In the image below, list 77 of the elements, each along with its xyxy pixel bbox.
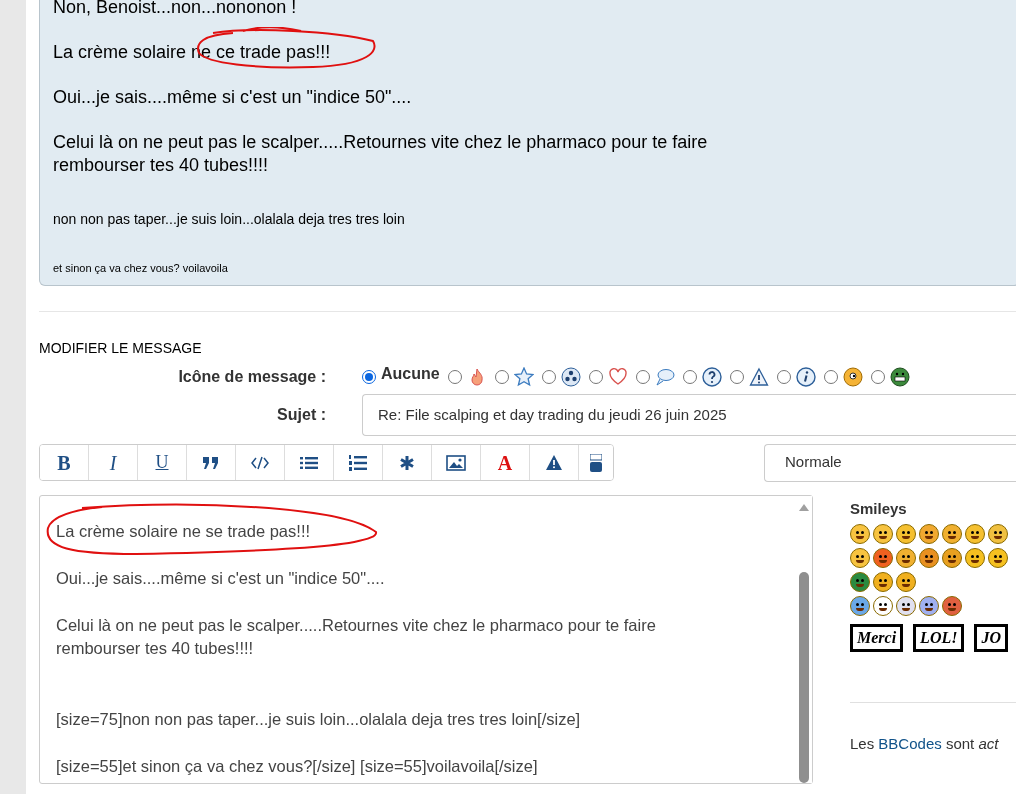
video-icon <box>590 453 602 472</box>
radio-button[interactable] <box>682 369 697 384</box>
radiation-icon <box>560 366 581 387</box>
smiley-icon[interactable] <box>896 596 916 616</box>
smiley-icon[interactable] <box>896 572 916 592</box>
smiley-icon[interactable] <box>919 596 939 616</box>
font-size-select[interactable]: Normale <box>764 443 1016 482</box>
question-icon <box>701 366 722 387</box>
smiley-icon[interactable] <box>873 548 893 568</box>
editor-line: La crème solaire ne se trade pas!!! <box>56 520 311 542</box>
smiley-icon[interactable] <box>850 548 870 568</box>
quote-paragraph: non non pas taper...je suis loin...olalala deja tres tres loin <box>53 210 405 229</box>
radio-button[interactable] <box>776 369 791 384</box>
smiley-icon[interactable] <box>965 548 985 568</box>
quote-icon <box>202 455 220 470</box>
smiley-icon[interactable] <box>896 524 916 544</box>
radio-button[interactable] <box>870 369 885 384</box>
smiley-icon[interactable] <box>850 524 870 544</box>
radio-button[interactable] <box>588 369 603 384</box>
bbcode-note: Les BBCodes sont act <box>850 734 1000 754</box>
radio-button[interactable] <box>362 369 376 384</box>
message-textarea[interactable] <box>39 494 813 784</box>
smiley-icon[interactable] <box>873 524 893 544</box>
smiley-icon[interactable] <box>988 524 1008 544</box>
editor-line: rembourser tes 40 tubes!!!! <box>56 638 254 659</box>
image-icon <box>446 454 466 471</box>
radio-button[interactable] <box>447 369 462 384</box>
heart-icon <box>607 366 628 387</box>
smiley-icon[interactable] <box>850 572 870 592</box>
toolbar-button[interactable]: B <box>40 445 89 480</box>
smileys-title: Smileys <box>850 498 908 519</box>
smiley-icon[interactable] <box>965 524 985 544</box>
quote-paragraph: Oui...je sais....même si c'est un "indice 50".... <box>53 86 412 109</box>
smiley-icon[interactable] <box>988 548 1008 568</box>
option-label: Aucune <box>381 363 440 384</box>
warning-icon <box>546 455 562 470</box>
list-icon <box>300 455 318 470</box>
radio-button[interactable] <box>541 369 556 384</box>
editor-line: Celui là on ne peut pas le scalper.....Retournes vite chez le pharmaco pour te faire <box>56 614 656 636</box>
smiley-icon[interactable] <box>919 548 939 568</box>
smiley-icon[interactable] <box>873 596 893 616</box>
quote-paragraph: et sinon ça va chez vous? voilavoila <box>53 261 228 276</box>
editor-line: [size=75]non non pas taper...je suis loin...olalala deja tres tres loin[/size] <box>56 708 581 730</box>
asterisk-icon <box>399 454 415 471</box>
sign-smiley[interactable]: LOL! <box>913 624 965 652</box>
section-title: MODIFIER LE MESSAGE <box>39 338 203 358</box>
numbered-list-icon <box>349 454 367 471</box>
field-label: Icône de message : <box>177 366 327 387</box>
scroll-up-arrow-icon[interactable] <box>799 503 809 511</box>
smiley-icon[interactable] <box>850 596 870 616</box>
bbcodes-link[interactable]: BBCodes <box>878 735 942 752</box>
radio-button[interactable] <box>635 369 650 384</box>
scrollbar-thumb[interactable] <box>799 571 809 783</box>
code-icon <box>251 455 269 470</box>
sign-smiley[interactable]: Merci <box>850 624 904 652</box>
field-label: Sujet : <box>276 404 327 425</box>
editor-line: [size=55]et sinon ça va chez vous?[/size] [size=55]voilavoila[/size] <box>56 755 538 777</box>
smiley-icon[interactable] <box>919 524 939 544</box>
quote-paragraph: Non, Benoist...non...nononon ! <box>53 0 297 19</box>
smiley-icon <box>842 366 863 387</box>
subject-field[interactable]: Re: File scalping et day trading du jeudi 26 juin 2025 <box>362 393 1016 436</box>
smiley-icon[interactable] <box>896 548 916 568</box>
smiley-icon[interactable] <box>873 572 893 592</box>
quote-paragraph: Celui là on ne peut pas le scalper.....Retournes vite chez le pharmaco pour te faire rembourser tes 40 tubes!!!! <box>53 131 709 177</box>
radio-button[interactable] <box>494 369 509 384</box>
smiley-icon[interactable] <box>942 596 962 616</box>
star-icon <box>513 366 534 387</box>
radio-button[interactable] <box>823 369 838 384</box>
smiley-icon[interactable] <box>942 548 962 568</box>
smiley-icon[interactable] <box>942 524 962 544</box>
speech-bubble-icon <box>654 366 675 387</box>
sign-smiley[interactable]: JO <box>974 624 1008 652</box>
editor-line: Oui...je sais....même si c'est un "indice 50".... <box>56 567 385 589</box>
radio-button[interactable] <box>729 369 744 384</box>
grin-icon <box>889 366 910 387</box>
warning-icon <box>748 366 769 387</box>
info-icon <box>795 366 816 387</box>
